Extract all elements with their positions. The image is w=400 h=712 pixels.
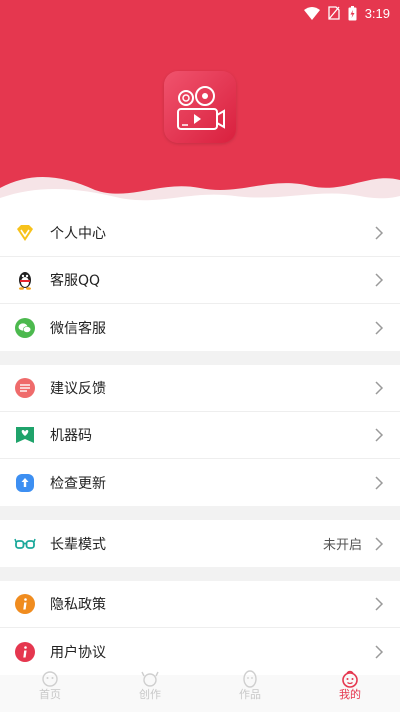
wifi-icon (303, 6, 320, 20)
menu-item-label: 机器码 (50, 428, 92, 444)
info-circle-red-icon (14, 641, 36, 663)
tab-mine[interactable]: 我的 (300, 668, 400, 712)
menu-item-privacy-policy[interactable]: 隐私政策 (0, 581, 400, 628)
status-time: 3:19 (364, 5, 390, 21)
glasses-icon (14, 533, 36, 555)
menu-item-label: 隐私政策 (50, 597, 106, 613)
profile-header (0, 0, 400, 210)
menu-item-label: 个人中心 (50, 226, 106, 242)
tab-label: 作品 (239, 688, 261, 701)
vip-diamond-icon (14, 222, 36, 244)
menu-item-feedback[interactable]: 建议反馈 (0, 365, 400, 412)
tab-create[interactable]: 创作 (100, 668, 200, 712)
update-icon (14, 472, 36, 494)
settings-menu: 个人中心 客服QQ 微信客服 建议反馈 机器码 检查更新 长辈模式 未开启 隐私… (0, 210, 400, 675)
no-sim-icon (328, 6, 340, 20)
menu-group-account: 个人中心 客服QQ 微信客服 (0, 210, 400, 351)
qq-penguin-icon (14, 269, 36, 291)
menu-item-label: 长辈模式 (50, 536, 106, 553)
bottom-tab-bar: 首页 创作 作品 我的 (0, 668, 400, 712)
menu-group-legal: 隐私政策 用户协议 (0, 581, 400, 675)
tab-label: 首页 (39, 688, 61, 701)
chevron-right-icon (375, 320, 384, 335)
menu-item-label: 检查更新 (50, 475, 106, 492)
chevron-right-icon (375, 381, 384, 395)
tab-label: 我的 (339, 688, 361, 701)
battery-charging-icon (348, 5, 357, 20)
chevron-right-icon (375, 536, 384, 551)
chevron-right-icon (375, 226, 384, 240)
menu-item-personal-center[interactable]: 个人中心 (0, 210, 400, 257)
menu-item-machine-code[interactable]: 机器码 (0, 412, 400, 459)
wechat-icon (14, 317, 36, 339)
video-camera-icon (177, 86, 225, 130)
section-divider (0, 351, 400, 365)
chevron-right-icon (375, 273, 384, 287)
menu-item-label: 客服QQ (50, 273, 101, 289)
tab-home[interactable]: 首页 (0, 668, 100, 712)
machine-code-icon (14, 424, 36, 446)
header-wave (0, 176, 400, 210)
app-logo (164, 71, 236, 143)
menu-item-wechat-service[interactable]: 微信客服 (0, 304, 400, 351)
feedback-bubble-icon (14, 377, 36, 399)
section-divider (0, 506, 400, 520)
info-circle-icon (14, 593, 36, 615)
menu-item-label: 微信客服 (50, 320, 106, 337)
elder-mode-status: 未开启 (322, 538, 362, 553)
menu-group-mode: 长辈模式 未开启 (0, 520, 400, 567)
section-divider (0, 567, 400, 581)
chevron-right-icon (375, 475, 384, 490)
menu-group-support: 建议反馈 机器码 检查更新 (0, 365, 400, 506)
chevron-right-icon (375, 644, 384, 659)
tab-label: 创作 (139, 688, 161, 701)
status-bar: 3:19 (0, 0, 400, 26)
menu-item-customer-service-qq[interactable]: 客服QQ (0, 257, 400, 304)
tab-works[interactable]: 作品 (200, 668, 300, 712)
menu-item-elder-mode[interactable]: 长辈模式 未开启 (0, 520, 400, 567)
menu-item-check-update[interactable]: 检查更新 (0, 459, 400, 506)
menu-item-label: 建议反馈 (50, 381, 106, 397)
chevron-right-icon (375, 428, 384, 442)
chevron-right-icon (375, 597, 384, 611)
menu-item-label: 用户协议 (50, 644, 106, 661)
